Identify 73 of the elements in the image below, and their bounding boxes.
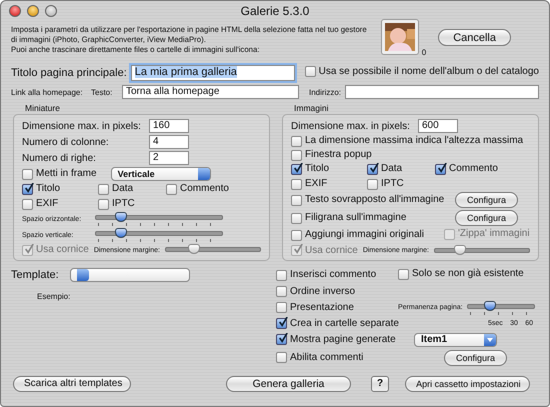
window-title: Galerie 5.3.0	[240, 4, 310, 18]
checkbox[interactable]: Titolo	[22, 183, 98, 195]
caret-icon	[484, 334, 496, 346]
checkbox[interactable]: Data	[367, 163, 435, 175]
text-field[interactable]: Torna alla homepage	[122, 85, 299, 99]
dropdown[interactable]: Verticale	[110, 167, 211, 181]
slider-thumb[interactable]	[114, 228, 127, 238]
field-label: Titolo pagina principale:	[11, 67, 127, 79]
checkbox[interactable]: Commento	[166, 183, 261, 195]
checkbox[interactable]: Finestra popup	[291, 149, 530, 161]
checkbox[interactable]: Data	[98, 183, 166, 195]
field-label: Numero di colonne:	[22, 136, 110, 148]
cancel-button[interactable]: Cancella	[438, 29, 511, 46]
field-label: Esempio:	[37, 292, 70, 301]
checkbox[interactable]: IPTC	[98, 198, 166, 210]
field-label: Template:	[11, 269, 60, 281]
checkbox[interactable]: Solo se non già esistente	[398, 268, 524, 280]
configure-button[interactable]: Configura	[444, 350, 507, 366]
field-label: Dimensione max. in pixels:	[291, 120, 411, 132]
checkbox[interactable]: EXIF	[291, 178, 367, 190]
number-field[interactable]: 4	[149, 135, 189, 149]
checkmark-icon	[437, 162, 447, 172]
zoom-button[interactable]	[45, 5, 57, 17]
checkbox[interactable]: IPTC	[367, 178, 435, 190]
checkbox[interactable]: Presentazione	[276, 302, 398, 314]
group-title: Miniature	[25, 103, 60, 113]
checkbox[interactable]: Mostra pagine generate	[276, 334, 398, 346]
checkmark-icon	[369, 162, 379, 172]
checkbox[interactable]: Filigrana sull'immagine	[291, 212, 406, 224]
title-field[interactable]: La mia prima galleria	[130, 65, 295, 81]
checkbox[interactable]: Testo sovrapposto all'immagine	[291, 194, 444, 206]
slider-thumb[interactable]	[114, 212, 127, 222]
checkbox[interactable]: Ordine inverso	[276, 286, 398, 298]
slider-thumb[interactable]	[454, 244, 466, 254]
checkbox[interactable]: Abilita commenti	[276, 352, 398, 364]
checkbox[interactable]: La dimensione massima indica l'altezza massima	[291, 135, 530, 147]
number-field[interactable]: 600	[418, 119, 458, 133]
drawer-button[interactable]: Apri cassetto impostazioni	[405, 376, 530, 392]
minimize-button[interactable]	[27, 5, 39, 17]
checkbox[interactable]: Usa se possibile il nome dell'album o del catalogo	[304, 66, 539, 78]
field-label: Link alla homepage:	[11, 88, 84, 96]
checkbox[interactable]: Aggiungi immagini originali	[291, 229, 424, 242]
checkmark-icon	[24, 244, 34, 254]
field-label: Testo:	[91, 88, 114, 96]
number-field[interactable]: 160	[149, 119, 189, 133]
slider-track[interactable]	[164, 244, 261, 256]
field-label: Numero di righe:	[22, 152, 97, 164]
checkbox[interactable]: EXIF	[22, 198, 98, 210]
checkbox[interactable]: Titolo	[291, 163, 367, 175]
checkbox[interactable]: Commento	[435, 163, 530, 175]
number-field[interactable]: 2	[149, 151, 189, 165]
field-label: Dimensione max. in pixels:	[22, 120, 142, 132]
download-button[interactable]: Scarica altri templates	[13, 376, 131, 392]
field-label: Indirizzo:	[309, 88, 342, 96]
help-button[interactable]: ?	[371, 376, 390, 392]
close-button[interactable]	[9, 5, 21, 17]
address-field[interactable]	[345, 85, 539, 99]
slider-thumb[interactable]	[188, 244, 200, 254]
generate-button[interactable]: Genera galleria	[226, 376, 351, 392]
checkbox[interactable]: Inserisci commento	[276, 269, 398, 282]
checkmark-icon	[293, 244, 303, 254]
checkmark-icon	[293, 162, 303, 172]
configure-button[interactable]: Configura	[455, 210, 518, 226]
dropdown[interactable]: Item1	[414, 332, 497, 346]
group-title: Immagini	[294, 103, 328, 113]
checkbox[interactable]: Crea in cartelle separate	[276, 318, 398, 330]
dropdown[interactable]	[70, 268, 190, 282]
slider-thumb[interactable]	[484, 300, 496, 310]
slider-track[interactable]	[434, 244, 530, 256]
configure-button[interactable]: Configura	[455, 192, 518, 208]
image-count: 0	[422, 48, 426, 57]
checkbox[interactable]: Metti in frame	[22, 168, 97, 180]
checkmark-icon	[24, 182, 34, 192]
